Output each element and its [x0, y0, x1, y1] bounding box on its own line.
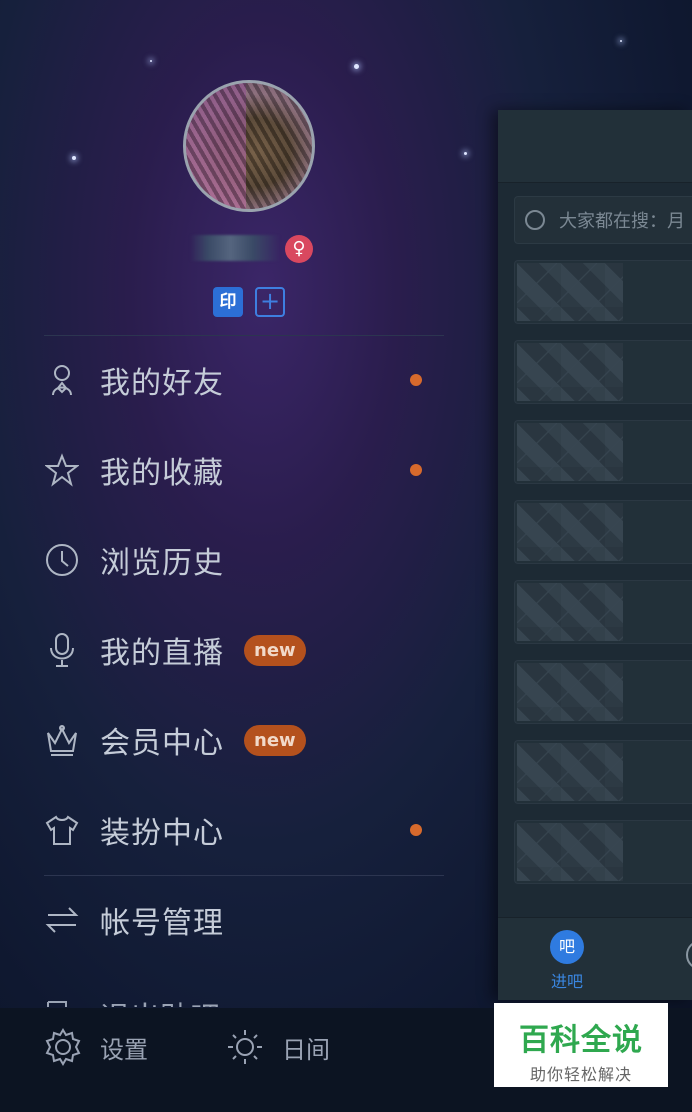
female-gender-icon: ♀ [285, 235, 313, 263]
main-content-panel[interactable]: 大家都在搜：月 吧 进吧 [498, 110, 692, 1000]
watermark-logo: 百科全说 助你轻松解决 [494, 1003, 668, 1087]
search-placeholder: 大家都在搜：月 [559, 211, 685, 232]
notification-dot [410, 374, 422, 386]
bottom-tab-bar: 吧 进吧 [498, 917, 692, 1000]
tshirt-icon [44, 812, 80, 848]
menu-item-favorites[interactable]: 我的收藏 [44, 440, 444, 500]
menu-label: 退出贴吧 [100, 993, 220, 1007]
settings-button[interactable]: 设置 [44, 1028, 148, 1066]
star-icon [44, 452, 80, 488]
tab-label: 进吧 [550, 972, 583, 991]
forum-icon: 吧 [550, 930, 584, 964]
settings-label: 设置 [100, 1035, 148, 1064]
menu-item-dressup[interactable]: 装扮中心 [44, 800, 444, 860]
forum-list-item[interactable] [514, 580, 692, 644]
notification-dot [410, 824, 422, 836]
new-badge: new [244, 634, 306, 666]
search-input[interactable]: 大家都在搜：月 [514, 196, 692, 244]
forum-list-item[interactable] [514, 420, 692, 484]
sun-icon [228, 1030, 262, 1064]
menu-label: 浏览历史 [100, 546, 224, 581]
day-mode-button[interactable]: 日间 [226, 1028, 330, 1066]
clock-icon [44, 542, 80, 578]
main-header [498, 110, 692, 183]
username-blurred[interactable] [190, 235, 280, 261]
menu-item-live[interactable]: 我的直播 new [44, 620, 444, 680]
avatar[interactable] [183, 80, 315, 212]
swap-icon [44, 902, 80, 938]
add-badge-button[interactable]: + [255, 287, 285, 317]
new-badge: new [244, 724, 306, 756]
day-mode-label: 日间 [282, 1035, 330, 1064]
divider [44, 335, 444, 336]
menu-item-logout[interactable]: 退出贴吧 [44, 985, 244, 1007]
microphone-icon [44, 632, 80, 668]
tab-jinba[interactable]: 吧 进吧 [550, 930, 584, 992]
menu-label: 我的好友 [100, 366, 224, 401]
menu-item-history[interactable]: 浏览历史 [44, 530, 444, 590]
tab-next-icon[interactable] [686, 940, 692, 970]
exit-icon [44, 998, 80, 1007]
search-icon [525, 210, 545, 230]
notification-dot [410, 464, 422, 476]
crown-icon [44, 722, 80, 758]
watermark-subtitle: 助你轻松解决 [529, 1065, 632, 1084]
menu-label: 帐号管理 [100, 906, 224, 941]
menu-label: 我的直播 [100, 636, 224, 671]
friends-icon [44, 362, 80, 398]
forum-list-item[interactable] [514, 820, 692, 884]
menu-label: 会员中心 [100, 726, 224, 761]
forum-list-item[interactable] [514, 500, 692, 564]
forum-list-item[interactable] [514, 740, 692, 804]
menu-item-membership[interactable]: 会员中心 new [44, 710, 444, 770]
forum-list-item[interactable] [514, 340, 692, 404]
forum-list-item[interactable] [514, 660, 692, 724]
menu-label: 我的收藏 [100, 456, 224, 491]
menu-item-account[interactable]: 帐号管理 [44, 890, 444, 950]
divider [44, 875, 444, 876]
menu-label: 装扮中心 [100, 816, 224, 851]
watermark-title: 百科全说 [519, 1023, 643, 1058]
menu-item-friends[interactable]: 我的好友 [44, 350, 444, 410]
gear-icon [45, 1028, 81, 1066]
seal-badge[interactable]: 印 [213, 287, 243, 317]
forum-list-item[interactable] [514, 260, 692, 324]
